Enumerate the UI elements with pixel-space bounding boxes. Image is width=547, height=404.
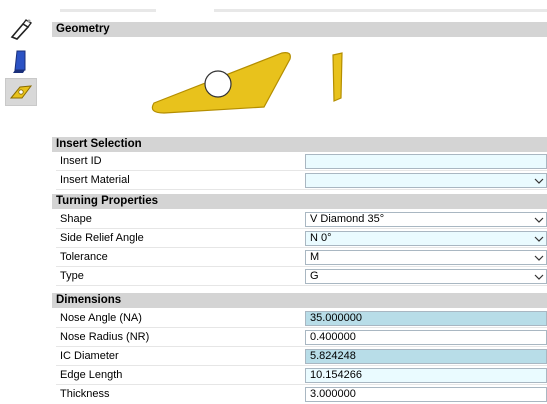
tool-holder-icon [10, 19, 33, 40]
type-select[interactable]: G [305, 269, 547, 284]
insert-icon [9, 85, 33, 99]
ic-diameter-label: IC Diameter [60, 350, 119, 362]
chevron-down-icon[interactable] [534, 175, 544, 186]
insert-button[interactable] [5, 78, 37, 106]
chevron-down-icon[interactable] [534, 233, 544, 244]
tolerance-label: Tolerance [60, 251, 108, 263]
side-relief-angle-label: Side Relief Angle [60, 232, 144, 244]
type-row: Type G [52, 267, 547, 286]
nose-radius-row: Nose Radius (NR) 0.400000 [52, 328, 547, 347]
section-header-dimensions: Dimensions [52, 293, 547, 308]
thickness-label: Thickness [60, 388, 110, 400]
row-divider [56, 285, 547, 286]
side-relief-angle-row: Side Relief Angle N 0° [52, 229, 547, 248]
insert-material-row: Insert Material [52, 171, 547, 190]
shape-label: Shape [60, 213, 92, 225]
row-divider [56, 189, 547, 190]
ic-diameter-field[interactable]: 5.824248 [305, 349, 547, 364]
nose-angle-field[interactable]: 35.000000 [305, 311, 547, 326]
shape-row: Shape V Diamond 35° [52, 210, 547, 229]
nose-radius-field[interactable]: 0.400000 [305, 330, 547, 345]
insert-material-label: Insert Material [60, 174, 130, 186]
shape-select[interactable]: V Diamond 35° [305, 212, 547, 227]
edge-length-label: Edge Length [60, 369, 123, 381]
tab-divider-right [214, 9, 547, 12]
nose-radius-label: Nose Radius (NR) [60, 331, 150, 343]
side-relief-angle-select[interactable]: N 0° [305, 231, 547, 246]
section-header-turning-properties: Turning Properties [52, 194, 547, 209]
type-value: G [310, 270, 319, 282]
tab-divider-left [60, 9, 156, 12]
nose-angle-label: Nose Angle (NA) [60, 312, 142, 324]
chevron-down-icon[interactable] [534, 214, 544, 225]
blade-button[interactable] [6, 48, 36, 74]
section-header-geometry: Geometry [52, 22, 547, 37]
tolerance-value: M [310, 251, 320, 263]
side-relief-angle-value: N 0° [310, 232, 332, 244]
top-tab-strip [0, 0, 547, 13]
type-label: Type [60, 270, 84, 282]
ic-diameter-row: IC Diameter 5.824248 [52, 347, 547, 366]
edge-length-row: Edge Length 10.154266 [52, 366, 547, 385]
tolerance-row: Tolerance M [52, 248, 547, 267]
chevron-down-icon[interactable] [534, 271, 544, 282]
chevron-down-icon[interactable] [534, 252, 544, 263]
tool-holder-button[interactable] [6, 16, 36, 42]
thickness-row: Thickness 3.000000 [52, 385, 547, 404]
insert-id-label: Insert ID [60, 155, 102, 167]
active-tab[interactable] [156, 0, 214, 13]
insert-id-field[interactable] [305, 154, 547, 169]
nose-angle-row: Nose Angle (NA) 35.000000 [52, 309, 547, 328]
section-header-insert-selection: Insert Selection [52, 137, 547, 152]
insert-material-select[interactable] [305, 173, 547, 188]
shape-value: V Diamond 35° [310, 213, 385, 225]
tool-sidebar [0, 13, 47, 400]
properties-panel: Geometry Insert Selection Insert ID Inse… [52, 13, 547, 402]
edge-length-field[interactable]: 10.154266 [305, 368, 547, 383]
insert-id-row: Insert ID [52, 152, 547, 171]
blade-icon [13, 50, 26, 73]
tolerance-select[interactable]: M [305, 250, 547, 265]
